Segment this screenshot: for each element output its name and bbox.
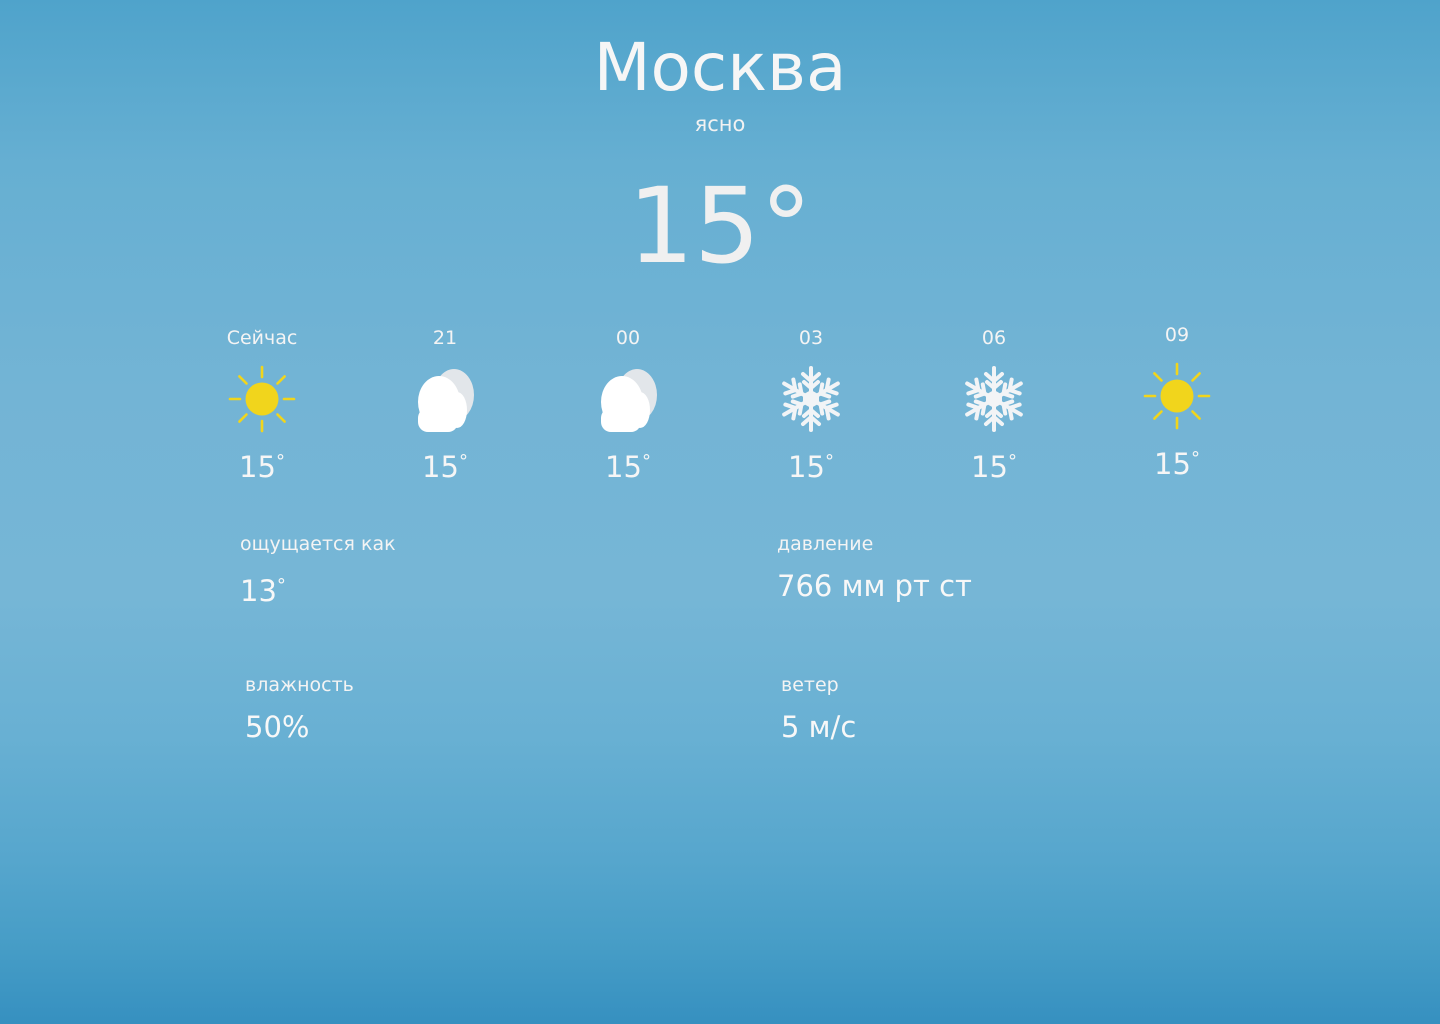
- cloud-icon: [593, 364, 663, 434]
- hourly-item-09: 09 15°: [1107, 323, 1247, 482]
- weather-condition: ясно: [694, 112, 746, 136]
- hourly-item-00: 00 15°: [558, 326, 698, 485]
- hourly-temperature: 15°: [971, 450, 1017, 484]
- hourly-time: 21: [432, 327, 458, 349]
- current-temperature: 15°: [627, 165, 813, 287]
- hourly-item-21: 21 15°: [375, 326, 515, 485]
- hourly-time: Сейчас: [226, 327, 298, 349]
- cloud-icon: [410, 364, 480, 434]
- feels-like-label: ощущается как: [240, 533, 396, 555]
- hourly-time: 03: [798, 327, 824, 349]
- city-name: Москва: [593, 29, 847, 106]
- snowflake-icon: [959, 364, 1029, 434]
- feels-like-value: 13°: [240, 574, 286, 608]
- feels-like: ощущается как 13°: [240, 532, 396, 609]
- hourly-item-03: 03 15°: [741, 326, 881, 485]
- hourly-time: 09: [1164, 324, 1190, 346]
- pressure-value: 766 мм рт ст: [777, 569, 972, 603]
- hourly-time: 00: [615, 327, 641, 349]
- hourly-temperature: 15°: [239, 450, 285, 484]
- sun-icon: [1142, 361, 1212, 431]
- pressure-label: давление: [777, 533, 874, 555]
- pressure: давление 766 мм рт ст: [777, 532, 972, 604]
- humidity-value: 50%: [245, 710, 310, 744]
- snowflake-icon: [776, 364, 846, 434]
- hourly-item-06: 06 15°: [924, 326, 1064, 485]
- hourly-temperature: 15°: [422, 450, 468, 484]
- sun-icon: [227, 364, 297, 434]
- hourly-item-now: Сейчас 15°: [192, 326, 332, 485]
- hourly-time: 06: [981, 327, 1007, 349]
- hourly-temperature: 15°: [788, 450, 834, 484]
- wind-value: 5 м/с: [781, 710, 857, 744]
- humidity: влажность 50%: [245, 673, 354, 745]
- hourly-temperature: 15°: [1154, 447, 1200, 481]
- hourly-temperature: 15°: [605, 450, 651, 484]
- humidity-label: влажность: [245, 674, 354, 696]
- wind: ветер 5 м/с: [781, 673, 856, 745]
- wind-label: ветер: [781, 674, 839, 696]
